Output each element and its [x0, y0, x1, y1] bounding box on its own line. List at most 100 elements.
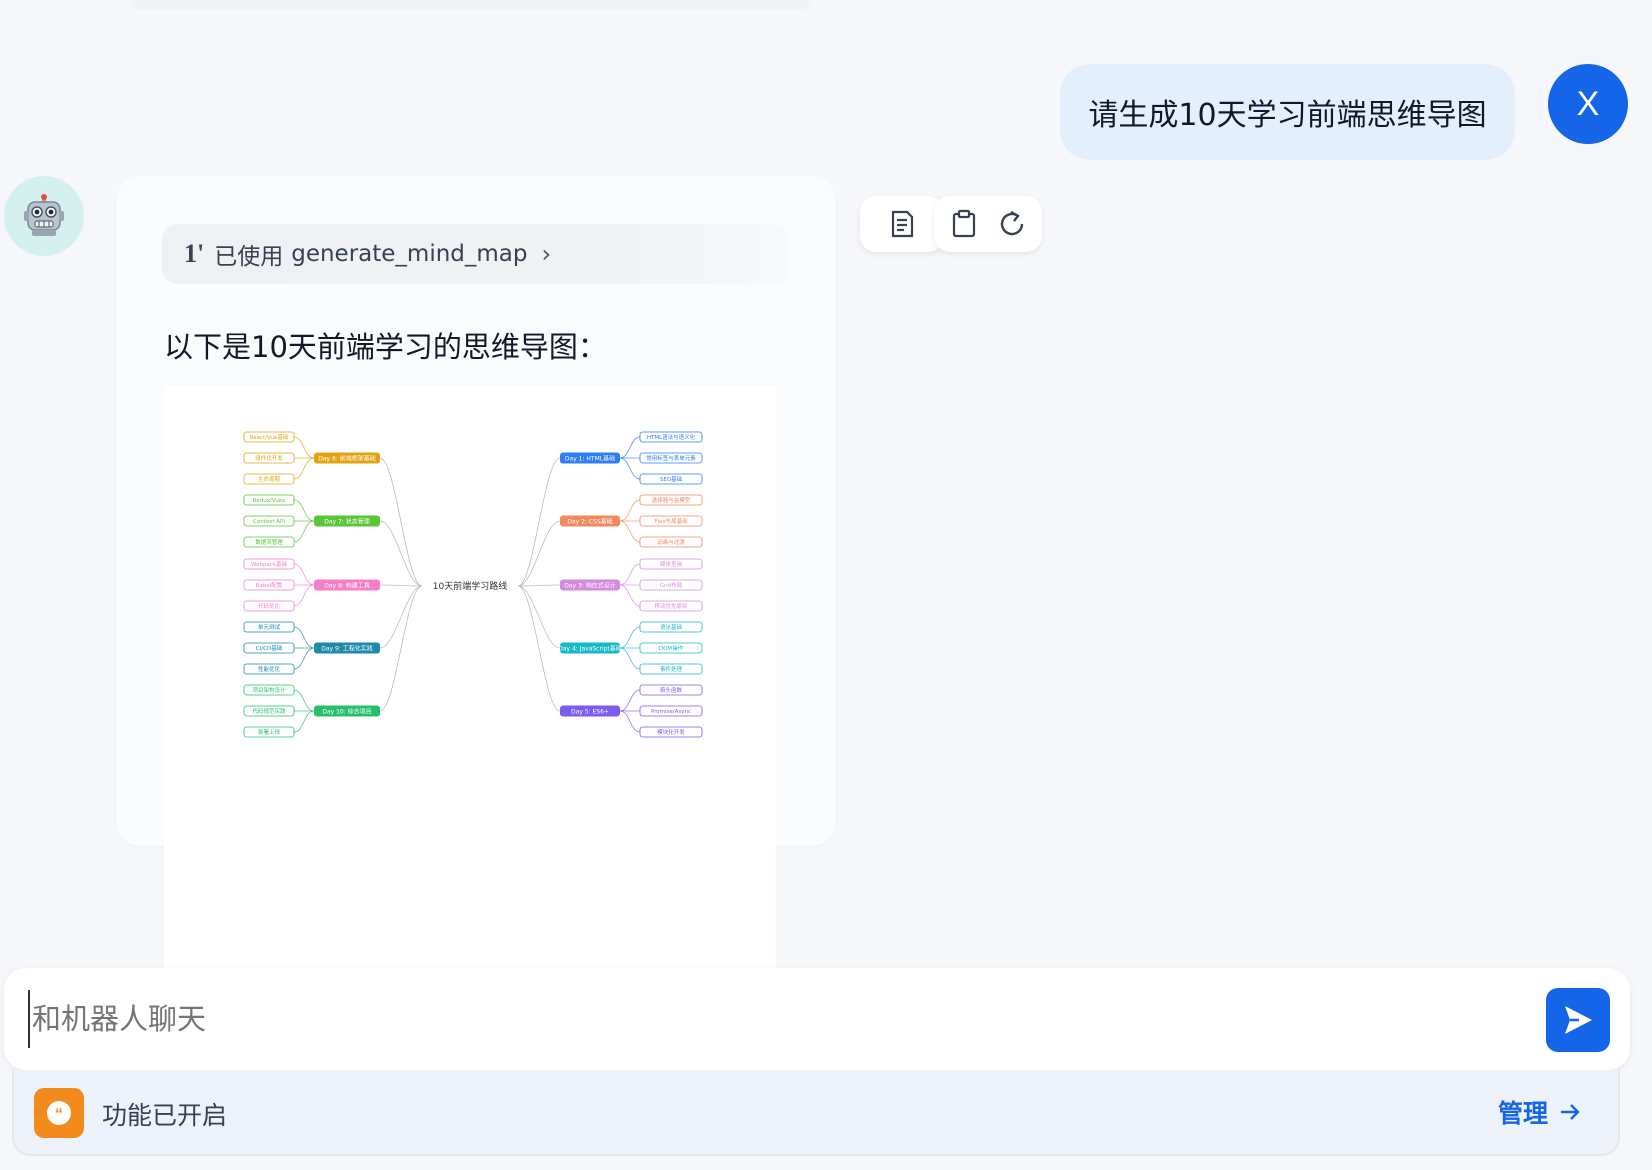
- mindmap-leaf-line: [293, 520, 315, 543]
- mindmap-branch-label: Day 4: JavaScript基础: [558, 645, 622, 653]
- view-source-button[interactable]: [860, 196, 944, 252]
- mindmap-leaf-label: 代码规范实践: [252, 707, 286, 715]
- mindmap-leaf-label: 性能优化: [258, 665, 281, 673]
- mindmap-branch-line: [379, 520, 423, 587]
- clipboard-icon[interactable]: [949, 209, 979, 239]
- mindmap-branch-label: Day 10: 综合项目: [322, 708, 371, 716]
- bot-avatar: [4, 176, 84, 256]
- mindmap-leaf-label: Context API: [253, 519, 285, 525]
- mindmap-leaf-label: Redux/Vuex: [253, 498, 286, 504]
- mindmap-leaf-label: Grid布局: [660, 581, 683, 589]
- mindmap-leaf-label: Promise/Async: [651, 709, 691, 715]
- user-avatar-letter: X: [1576, 84, 1600, 123]
- manage-link[interactable]: 管理: [1498, 1094, 1582, 1130]
- mindmap-leaf-label: 媒体查询: [660, 560, 683, 568]
- mindmap-leaf-label: 组件化开发: [255, 454, 283, 462]
- previous-message-fade: [130, 0, 810, 10]
- mindmap-leaf-line: [293, 436, 315, 459]
- mindmap-branch-line: [517, 457, 561, 587]
- bot-message-text: 以下是10天前端学习的思维导图：: [164, 330, 607, 364]
- tool-call-prefix: 已使用: [214, 244, 284, 270]
- mindmap-branch-label: Day 1: HTML基础: [565, 455, 615, 463]
- mindmap-leaf-label: Flex布局基础: [654, 517, 688, 525]
- mindmap-leaf-label: 模块化开发: [657, 728, 685, 736]
- mindmap-leaf-label: 语法基础: [660, 623, 683, 631]
- mindmap-leaf-label: 箭头函数: [660, 686, 683, 694]
- mindmap-branch-line: [379, 585, 423, 649]
- mindmap-leaf-label: 部署上线: [258, 728, 281, 736]
- mindmap-leaf-label: CI/CD基础: [256, 644, 283, 652]
- mindmap-leaf-label: Babel配置: [256, 582, 283, 589]
- mindmap-branch-line: [517, 520, 561, 587]
- chat-input[interactable]: [28, 990, 1508, 1048]
- mindmap-leaf-label: 动画与过渡: [657, 538, 685, 546]
- mindmap-leaf-line: [293, 584, 315, 607]
- mindmap-leaf-label: 常用标签与表单元素: [646, 454, 696, 462]
- mindmap-branch-line: [517, 585, 561, 712]
- feature-status-bar: “ 功能已开启 管理: [12, 1070, 1620, 1156]
- tool-icon: 1': [184, 239, 205, 268]
- mindmap-leaf-line: [293, 710, 315, 733]
- mindmap-branch-label: Day 7: 状态管理: [324, 518, 370, 526]
- feature-status-label: 功能已开启: [102, 1101, 228, 1130]
- message-actions-group: [934, 196, 1042, 252]
- mindmap-leaf-label: Webpack基础: [251, 560, 288, 568]
- svg-text:“: “: [55, 1106, 63, 1123]
- user-message-text: 请生成10天学习前端思维导图: [1088, 98, 1487, 133]
- mindmap-branch-line: [517, 585, 561, 649]
- mindmap-branch-line: [517, 584, 561, 587]
- mind-map-diagram: 10天前端学习路线 Day 1: HTML基础 HTML语法与语义化常用标签与表单元…: [243, 431, 703, 738]
- mindmap-leaf-line: [619, 563, 641, 586]
- send-icon: [1565, 1006, 1592, 1034]
- mindmap-branch-label: Day 3: 响应式设计: [564, 582, 616, 590]
- mindmap-branch-label: Day 5: ES6+: [571, 709, 609, 716]
- mindmap-leaf-label: 代码优化: [258, 602, 281, 610]
- mindmap-leaf-label: SEO基础: [660, 475, 683, 483]
- mindmap-leaf-line: [293, 647, 315, 670]
- bot-message-card: 1' 已使用 generate_mind_map › 以下是10天前端学习的思维…: [116, 176, 836, 976]
- tool-call-name: generate_mind_map: [291, 241, 528, 267]
- mindmap-branch-label: Day 9: 工程化实践: [321, 645, 373, 653]
- user-message-bubble: 请生成10天学习前端思维导图: [1060, 64, 1515, 160]
- send-button[interactable]: [1546, 988, 1610, 1052]
- refresh-icon[interactable]: [997, 209, 1027, 239]
- mindmap-leaf-line: [619, 647, 641, 670]
- chevron-right-icon: ›: [541, 240, 552, 268]
- mindmap-branch-line: [379, 584, 423, 587]
- mindmap-leaf-line: [293, 626, 315, 649]
- mindmap-leaf-label: 生命周期: [258, 475, 281, 483]
- mindmap-leaf-label: 数据流管理: [255, 538, 283, 546]
- mindmap-leaf-line: [619, 626, 641, 649]
- mindmap-branch-label: Day 8: 构建工具: [324, 582, 370, 590]
- mindmap-leaf-label: DOM操作: [659, 644, 684, 652]
- mindmap-leaf-label: HTML语法与语义化: [647, 433, 696, 441]
- arrow-right-icon: [1561, 1104, 1580, 1120]
- mindmap-root: 10天前端学习路线: [433, 580, 507, 592]
- mindmap-leaf-line: [293, 563, 315, 586]
- mindmap-leaf-line: [619, 499, 641, 522]
- mindmap-leaf-line: [293, 689, 315, 712]
- chat-composer: [4, 968, 1630, 1070]
- quote-icon: “: [34, 1088, 84, 1138]
- mindmap-leaf-label: 单元测试: [258, 623, 281, 631]
- mindmap-branch-label: Day 6: 前端框架基础: [318, 455, 376, 463]
- mindmap-leaf-label: 事件处理: [660, 665, 683, 673]
- mindmap-leaf-line: [293, 457, 315, 480]
- mindmap-leaf-line: [619, 584, 641, 607]
- mindmap-leaf-label: 项目架构设计: [252, 686, 286, 694]
- mindmap-branch-line: [379, 457, 423, 587]
- mindmap-leaf-line: [619, 710, 641, 733]
- tool-call-pill[interactable]: 1' 已使用 generate_mind_map ›: [162, 224, 788, 284]
- mindmap-leaf-label: 移动优先原则: [654, 602, 687, 610]
- mindmap-leaf-line: [619, 689, 641, 712]
- mindmap-branch-label: Day 2: CSS基础: [567, 518, 612, 526]
- robot-icon: [24, 194, 64, 236]
- mindmap-leaf-label: 选择器与盒模型: [652, 496, 691, 504]
- mindmap-leaf-label: React/Vue基础: [250, 433, 289, 441]
- mindmap-leaf-line: [619, 457, 641, 480]
- manage-label: 管理: [1497, 1099, 1548, 1128]
- mind-map-image[interactable]: 10天前端学习路线 Day 1: HTML基础 HTML语法与语义化 常用标签与表单元…: [164, 386, 776, 976]
- user-avatar[interactable]: X: [1548, 64, 1628, 144]
- mindmap-leaf-line: [619, 436, 641, 459]
- mindmap-leaf-line: [293, 499, 315, 522]
